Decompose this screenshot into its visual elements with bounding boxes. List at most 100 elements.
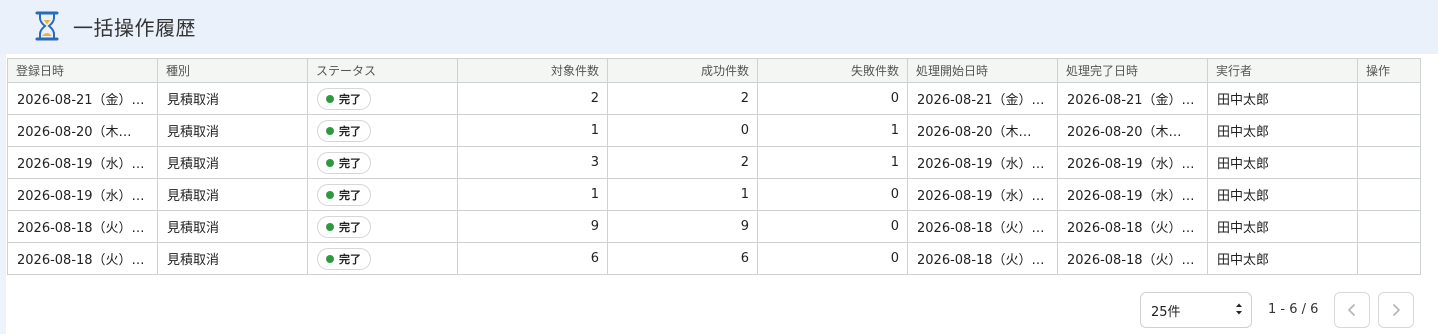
status-badge: 完了 bbox=[317, 87, 371, 110]
cell-success-count: 2 bbox=[607, 146, 758, 179]
status-dot-icon bbox=[326, 158, 334, 167]
cell-registered: 2026-08-21（金）… bbox=[7, 82, 158, 115]
bulk-operation-table: 登録日時 種別 ステータス 対象件数 成功件数 失敗件数 処理開始日時 処理完了… bbox=[7, 58, 1421, 275]
page-header: 一括操作履歴 bbox=[0, 0, 1438, 54]
status-label: 完了 bbox=[339, 188, 361, 202]
hourglass-icon bbox=[34, 10, 60, 42]
column-header-started-at[interactable]: 処理開始日時 bbox=[907, 58, 1058, 83]
cell-started-at: 2026-08-18（火）… bbox=[907, 210, 1058, 243]
previous-page-button[interactable] bbox=[1334, 292, 1370, 328]
column-header-executor[interactable]: 実行者 bbox=[1207, 58, 1358, 83]
cell-registered: 2026-08-19（水）… bbox=[7, 178, 158, 211]
cell-type: 見積取消 bbox=[157, 82, 308, 115]
cell-success-count: 1 bbox=[607, 178, 758, 211]
cell-type: 見積取消 bbox=[157, 178, 308, 211]
cell-action bbox=[1357, 82, 1421, 115]
status-badge: 完了 bbox=[317, 119, 371, 142]
status-dot-icon bbox=[326, 126, 334, 135]
cell-type: 見積取消 bbox=[157, 146, 308, 179]
column-header-completed-at[interactable]: 処理完了日時 bbox=[1057, 58, 1208, 83]
cell-completed-at: 2026-08-18（火）… bbox=[1057, 210, 1208, 243]
cell-executor: 田中太郎 bbox=[1207, 242, 1358, 275]
status-badge: 完了 bbox=[317, 247, 371, 270]
status-badge: 完了 bbox=[317, 151, 371, 174]
cell-failed-count: 0 bbox=[757, 242, 908, 275]
cell-target-count: 9 bbox=[457, 210, 608, 243]
column-header-target-count[interactable]: 対象件数 bbox=[457, 58, 608, 83]
status-label: 完了 bbox=[339, 220, 361, 234]
cell-target-count: 1 bbox=[457, 114, 608, 147]
cell-registered: 2026-08-18（火）… bbox=[7, 210, 158, 243]
status-dot-icon bbox=[326, 94, 334, 103]
column-header-success-count[interactable]: 成功件数 bbox=[607, 58, 758, 83]
cell-status: 完了 bbox=[307, 114, 458, 147]
cell-completed-at: 2026-08-19（水）… bbox=[1057, 146, 1208, 179]
cell-action bbox=[1357, 210, 1421, 243]
cell-failed-count: 0 bbox=[757, 178, 908, 211]
status-label: 完了 bbox=[339, 92, 361, 106]
cell-action bbox=[1357, 114, 1421, 147]
cell-completed-at: 2026-08-20（木… bbox=[1057, 114, 1208, 147]
cell-completed-at: 2026-08-21（金）… bbox=[1057, 82, 1208, 115]
column-header-action: 操作 bbox=[1357, 58, 1421, 83]
cell-started-at: 2026-08-19（水）… bbox=[907, 178, 1058, 211]
cell-executor: 田中太郎 bbox=[1207, 178, 1358, 211]
chevron-left-icon bbox=[1348, 304, 1355, 316]
table-row[interactable]: 2026-08-21（金）… 見積取消 完了 2 2 0 2026-08-21（金）… 202… bbox=[7, 82, 1421, 115]
cell-failed-count: 1 bbox=[757, 114, 908, 147]
cell-registered: 2026-08-19（水）… bbox=[7, 146, 158, 179]
cell-started-at: 2026-08-19（水）… bbox=[907, 146, 1058, 179]
cell-executor: 田中太郎 bbox=[1207, 210, 1358, 243]
table-row[interactable]: 2026-08-20（木… 見積取消 完了 1 0 1 2026-08-20（木… 2026-… bbox=[7, 114, 1421, 147]
table-row[interactable]: 2026-08-18（火）… 見積取消 完了 6 6 0 2026-08-18（火）… 202… bbox=[7, 242, 1421, 275]
cell-registered: 2026-08-18（火）… bbox=[7, 242, 158, 275]
cell-type: 見積取消 bbox=[157, 114, 308, 147]
pagination-footer: 25件 1 - 6 / 6 bbox=[0, 292, 1438, 328]
chevron-right-icon bbox=[1393, 304, 1400, 316]
cell-success-count: 6 bbox=[607, 242, 758, 275]
status-badge: 完了 bbox=[317, 215, 371, 238]
status-badge: 完了 bbox=[317, 183, 371, 206]
cell-executor: 田中太郎 bbox=[1207, 146, 1358, 179]
select-arrows-icon bbox=[1235, 302, 1243, 316]
page-size-select[interactable]: 25件 bbox=[1140, 292, 1252, 328]
cell-completed-at: 2026-08-19（水）… bbox=[1057, 178, 1208, 211]
cell-target-count: 1 bbox=[457, 178, 608, 211]
cell-action bbox=[1357, 242, 1421, 275]
table-row[interactable]: 2026-08-19（水）… 見積取消 完了 1 1 0 2026-08-19（水）… 202… bbox=[7, 178, 1421, 211]
page-title: 一括操作履歴 bbox=[73, 16, 196, 40]
cell-success-count: 9 bbox=[607, 210, 758, 243]
cell-failed-count: 0 bbox=[757, 82, 908, 115]
cell-status: 完了 bbox=[307, 146, 458, 179]
status-label: 完了 bbox=[339, 156, 361, 170]
cell-action bbox=[1357, 146, 1421, 179]
cell-failed-count: 0 bbox=[757, 210, 908, 243]
next-page-button[interactable] bbox=[1378, 292, 1414, 328]
cell-started-at: 2026-08-18（火）… bbox=[907, 242, 1058, 275]
cell-target-count: 3 bbox=[457, 146, 608, 179]
cell-status: 完了 bbox=[307, 242, 458, 275]
table-row[interactable]: 2026-08-19（水）… 見積取消 完了 3 2 1 2026-08-19（水）… 202… bbox=[7, 146, 1421, 179]
cell-success-count: 2 bbox=[607, 82, 758, 115]
cell-type: 見積取消 bbox=[157, 210, 308, 243]
cell-type: 見積取消 bbox=[157, 242, 308, 275]
status-dot-icon bbox=[326, 190, 334, 199]
cell-action bbox=[1357, 178, 1421, 211]
page-size-value: 25件 bbox=[1151, 304, 1181, 320]
column-header-status[interactable]: ステータス bbox=[307, 58, 458, 83]
cell-registered: 2026-08-20（木… bbox=[7, 114, 158, 147]
column-header-type[interactable]: 種別 bbox=[157, 58, 308, 83]
status-dot-icon bbox=[326, 254, 334, 263]
column-header-failed-count[interactable]: 失敗件数 bbox=[757, 58, 908, 83]
cell-success-count: 0 bbox=[607, 114, 758, 147]
table-header-row: 登録日時 種別 ステータス 対象件数 成功件数 失敗件数 処理開始日時 処理完了… bbox=[7, 58, 1421, 83]
cell-completed-at: 2026-08-18（火）… bbox=[1057, 242, 1208, 275]
cell-status: 完了 bbox=[307, 210, 458, 243]
table-row[interactable]: 2026-08-18（火）… 見積取消 完了 9 9 0 2026-08-18（火）… 202… bbox=[7, 210, 1421, 243]
column-header-registered[interactable]: 登録日時 bbox=[7, 58, 158, 83]
cell-started-at: 2026-08-21（金）… bbox=[907, 82, 1058, 115]
status-label: 完了 bbox=[339, 252, 361, 266]
status-dot-icon bbox=[326, 222, 334, 231]
cell-executor: 田中太郎 bbox=[1207, 82, 1358, 115]
cell-target-count: 2 bbox=[457, 82, 608, 115]
